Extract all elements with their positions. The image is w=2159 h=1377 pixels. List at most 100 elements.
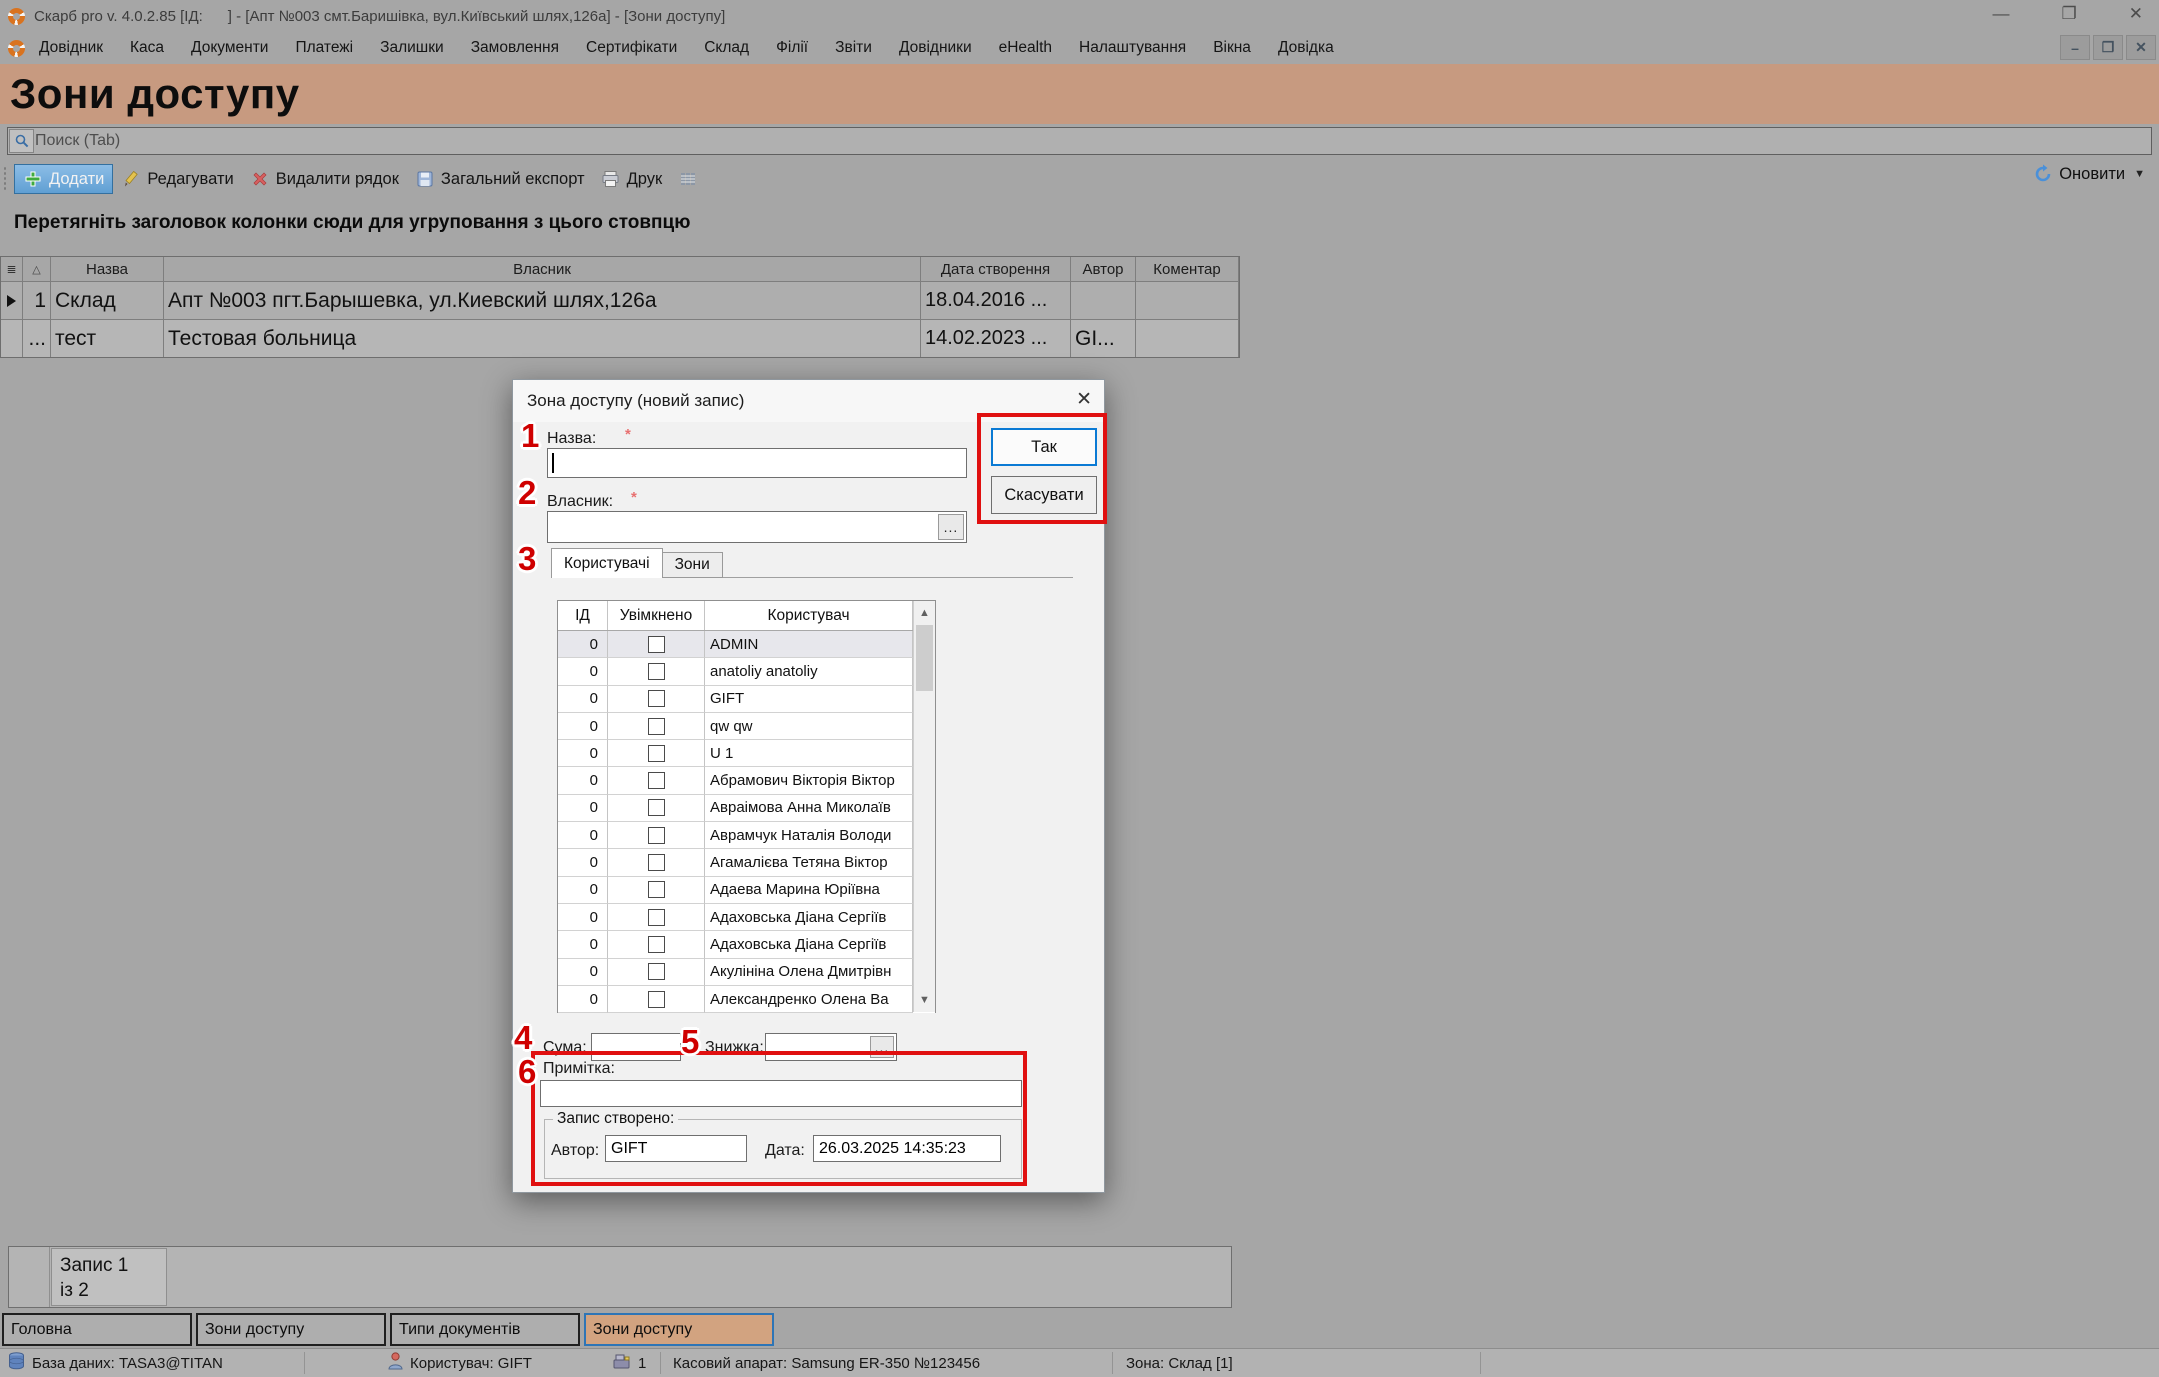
user-name-cell: Адаева Марина Юріївна — [705, 877, 913, 904]
user-row[interactable]: 0 Адаховська Діана Сергіїв — [558, 931, 935, 958]
user-row[interactable]: 0 ADMIN — [558, 631, 935, 658]
refresh-dropdown-icon[interactable]: ▼ — [2134, 168, 2145, 180]
enabled-checkbox[interactable] — [648, 772, 665, 789]
mdi-close-button[interactable]: ✕ — [2126, 35, 2156, 60]
menu-item[interactable]: Налаштування — [1079, 39, 1186, 57]
user-row[interactable]: 0 Авраімова Анна Миколаїв — [558, 795, 935, 822]
enabled-checkbox[interactable] — [648, 963, 665, 980]
mdi-minimize-button[interactable]: – — [2060, 35, 2090, 60]
bottom-tab[interactable]: Зони доступу — [196, 1313, 386, 1346]
column-header-owner[interactable]: Власник — [164, 257, 921, 281]
users-col-enabled[interactable]: Увімкнено — [608, 601, 705, 630]
dialog-close-icon[interactable]: ✕ — [1076, 388, 1092, 411]
menu-item[interactable]: Вікна — [1213, 39, 1251, 57]
user-row[interactable]: 0 Абрамович Вікторія Віктор — [558, 767, 935, 794]
menu-item[interactable]: Залишки — [380, 39, 444, 57]
scroll-thumb[interactable] — [916, 625, 933, 691]
menu-item[interactable]: eHealth — [999, 39, 1052, 57]
user-row[interactable]: 0 Агамалієва Тетяна Віктор — [558, 849, 935, 876]
toolbar-grip[interactable] — [3, 166, 8, 192]
mdi-restore-button[interactable]: ❐ — [2093, 35, 2123, 60]
user-row[interactable]: 0 Акулініна Олена Дмитрівн — [558, 959, 935, 986]
close-button[interactable]: ✕ — [2129, 4, 2143, 24]
owner-browse-button[interactable]: ... — [938, 514, 964, 540]
menu-item[interactable]: Замовлення — [471, 39, 559, 57]
enabled-checkbox[interactable] — [648, 690, 665, 707]
column-header-author[interactable]: Автор — [1071, 257, 1136, 281]
annotation-rect-note — [531, 1051, 1027, 1186]
user-row[interactable]: 0 Адаховська Діана Сергіїв — [558, 904, 935, 931]
enabled-checkbox[interactable] — [648, 799, 665, 816]
search-box[interactable] — [7, 127, 2152, 155]
user-enabled-cell — [608, 877, 705, 904]
page-title: Зони доступу — [0, 64, 2159, 118]
enabled-checkbox[interactable] — [648, 936, 665, 953]
users-col-user[interactable]: Користувач — [705, 601, 913, 630]
menu-item[interactable]: Філії — [776, 39, 808, 57]
app-window: Скарб pro v. 4.0.2.85 [ІД: ] - [Апт №003… — [0, 0, 2159, 1377]
name-input[interactable] — [547, 448, 967, 478]
menu-item[interactable]: Каса — [130, 39, 164, 57]
enabled-checkbox[interactable] — [648, 881, 665, 898]
name-input-field[interactable] — [548, 449, 966, 477]
menu-item[interactable]: Довідники — [899, 39, 972, 57]
bottom-tab[interactable]: Головна — [2, 1313, 192, 1346]
owner-field-label: Власник: — [547, 493, 613, 511]
delete-row-button[interactable]: Видалити рядок — [242, 164, 407, 194]
enabled-checkbox[interactable] — [648, 854, 665, 871]
enabled-checkbox[interactable] — [648, 718, 665, 735]
dialog-tab[interactable]: Зони — [663, 552, 723, 578]
column-header-comment[interactable]: Коментар — [1136, 257, 1239, 281]
scroll-up-icon[interactable]: ▲ — [914, 603, 935, 623]
user-row[interactable]: 0 anatoliy anatoliy — [558, 658, 935, 685]
search-input[interactable] — [35, 132, 2151, 150]
menu-item[interactable]: Склад — [704, 39, 749, 57]
sort-indicator-icon[interactable]: △ — [23, 257, 51, 281]
toolbar: Додати Редагувати Видалити рядок Загальн… — [0, 160, 2159, 198]
menu-items: Довідник Каса Документи Платежі Залишки Замов… — [39, 39, 1334, 57]
menu-item[interactable]: Платежі — [295, 39, 353, 57]
menu-item[interactable]: Сертифікати — [586, 39, 677, 57]
owner-input[interactable]: ... — [547, 511, 967, 543]
enabled-checkbox[interactable] — [648, 636, 665, 653]
owner-input-field[interactable] — [548, 512, 966, 542]
enabled-checkbox[interactable] — [648, 991, 665, 1008]
enabled-checkbox[interactable] — [648, 827, 665, 844]
user-enabled-cell — [608, 658, 705, 685]
enabled-checkbox[interactable] — [648, 745, 665, 762]
dialog-tab[interactable]: Користувачі — [551, 548, 663, 578]
menu-item[interactable]: Документи — [191, 39, 268, 57]
user-row[interactable]: 0 Александренко Олена Ва — [558, 986, 935, 1013]
bottom-tab[interactable]: Зони доступу — [584, 1313, 774, 1346]
column-chooser-icon[interactable] — [678, 169, 698, 189]
user-row[interactable]: 0 qw qw — [558, 713, 935, 740]
export-button[interactable]: Загальний експорт — [407, 164, 593, 194]
column-header-name[interactable]: Назва — [51, 257, 164, 281]
user-row[interactable]: 0 Адаева Марина Юріївна — [558, 877, 935, 904]
edit-button[interactable]: Редагувати — [113, 164, 241, 194]
print-button[interactable]: Друк — [593, 164, 671, 194]
printer-icon — [601, 169, 621, 189]
minimize-button[interactable]: — — [1993, 4, 2010, 24]
menu-item[interactable]: Довідник — [39, 39, 103, 57]
user-row[interactable]: 0 U 1 — [558, 740, 935, 767]
scroll-down-icon[interactable]: ▼ — [914, 990, 935, 1010]
column-header-created[interactable]: Дата створення — [921, 257, 1071, 281]
bottom-tab[interactable]: Типи документів — [390, 1313, 580, 1346]
user-name-cell: Адаховська Діана Сергіїв — [705, 931, 913, 958]
grid-corner-icon[interactable]: ≣ — [1, 257, 23, 281]
enabled-checkbox[interactable] — [648, 909, 665, 926]
enabled-checkbox[interactable] — [648, 663, 665, 680]
table-row[interactable]: ... тест Тестовая больница 14.02.2023 ..… — [1, 319, 1239, 357]
add-button[interactable]: Додати — [14, 164, 113, 194]
refresh-button[interactable]: Оновити ▼ — [2033, 164, 2145, 184]
table-row[interactable]: 1 Склад Апт №003 пгт.Барышевка, ул.Киевс… — [1, 281, 1239, 319]
user-row[interactable]: 0 GIFT — [558, 686, 935, 713]
access-zones-table: ≣ △ Назва Власник Дата створення Автор К… — [0, 256, 1240, 358]
restore-button[interactable]: ❐ — [2062, 4, 2077, 24]
menu-item[interactable]: Довідка — [1278, 39, 1334, 57]
menu-item[interactable]: Звіти — [835, 39, 872, 57]
users-scrollbar[interactable]: ▲ ▼ — [913, 601, 935, 1012]
user-row[interactable]: 0 Аврамчук Наталія Володи — [558, 822, 935, 849]
users-col-id[interactable]: ІД — [558, 601, 608, 630]
